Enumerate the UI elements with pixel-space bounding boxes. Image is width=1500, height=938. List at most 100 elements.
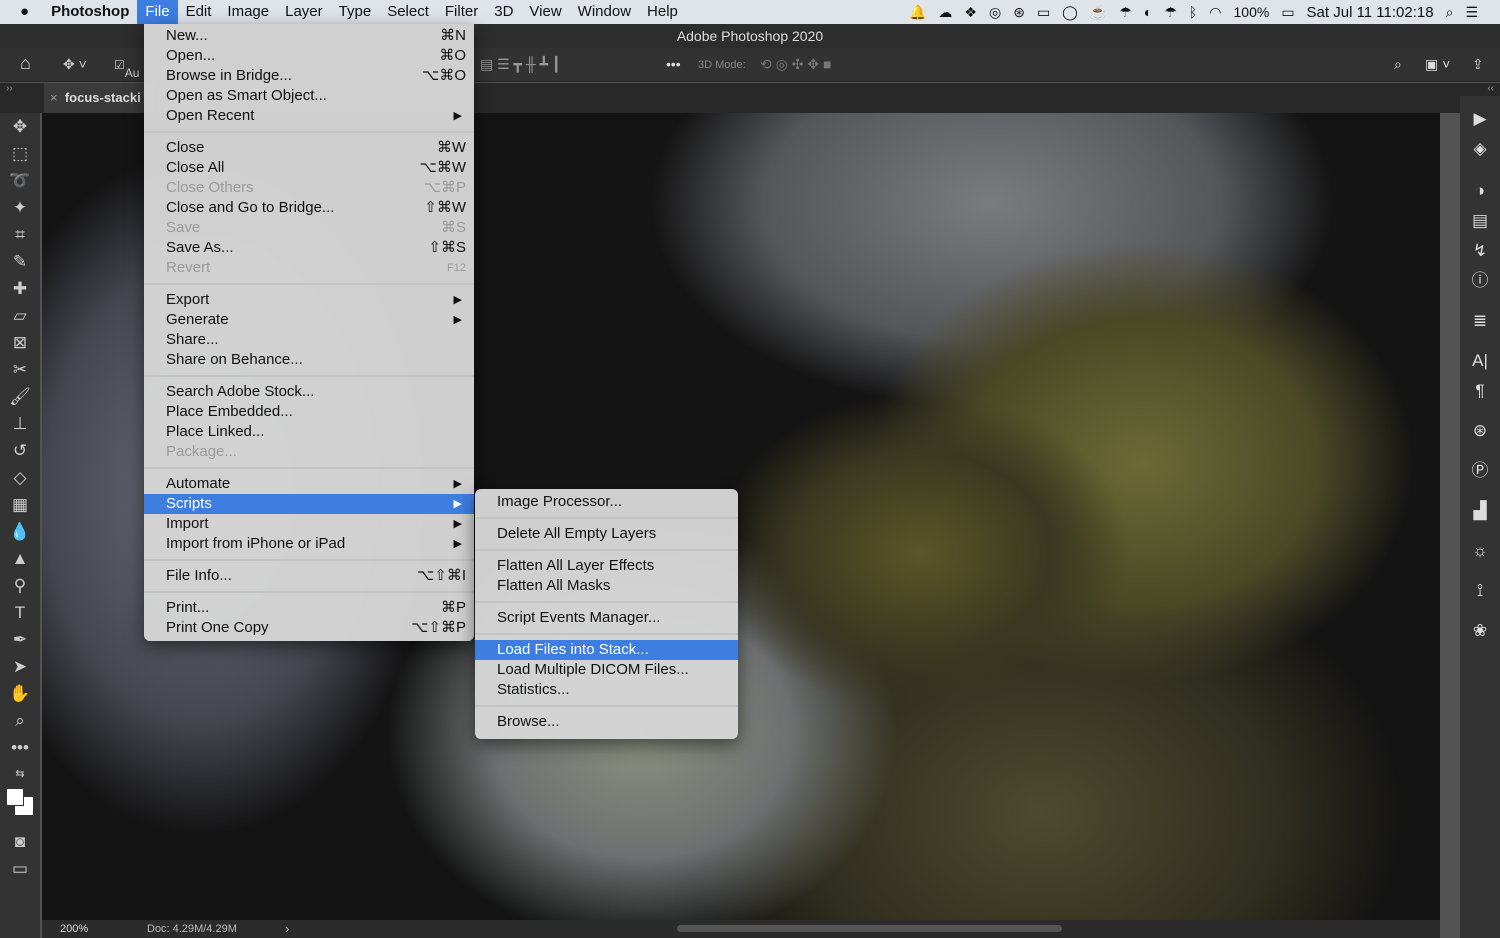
menu-item-import[interactable]: Import ▶	[144, 514, 474, 534]
horizontal-scrollbar[interactable]	[677, 925, 1062, 932]
battery-icon[interactable]: ▭	[1281, 4, 1294, 21]
close-tab-icon[interactable]: ×	[50, 90, 58, 105]
expand-panels-icon[interactable]: ››	[6, 83, 13, 94]
frame-tool-icon[interactable]: ⊠	[0, 329, 40, 356]
color-swatches[interactable]	[0, 788, 40, 828]
menu-item-open-as-smart-object[interactable]: Open as Smart Object...	[144, 86, 474, 106]
ruler-icon[interactable]: ▱	[0, 302, 40, 329]
paragraph-icon[interactable]: ¶	[1460, 376, 1500, 406]
marquee-tool-icon[interactable]: ⬚	[0, 140, 40, 167]
menu-item-automate[interactable]: Automate ▶	[144, 474, 474, 494]
stamp-tool-icon[interactable]: ⊥	[0, 410, 40, 437]
magic-wand-icon[interactable]: ✦	[0, 194, 40, 221]
menu-view[interactable]: View	[521, 0, 569, 24]
sharpen-tool-icon[interactable]: ▲	[0, 545, 40, 572]
umbrella-icon[interactable]: ☂	[1119, 4, 1132, 21]
menu-item-close-all[interactable]: Close All ⌥⌘W	[144, 158, 474, 178]
menu-item-import-from-iphone-or-ipad[interactable]: Import from iPhone or iPad ▶	[144, 534, 474, 554]
menu-item-script-events-manager[interactable]: Script Events Manager...	[475, 608, 738, 628]
menu-window[interactable]: Window	[570, 0, 639, 24]
libraries-icon[interactable]: ▤	[1460, 206, 1500, 236]
zoom-level[interactable]: 200%	[60, 923, 88, 935]
swap-colors-icon[interactable]: ⇆	[0, 761, 40, 788]
menu-item-close[interactable]: Close ⌘W	[144, 138, 474, 158]
menu-item-open[interactable]: Open... ⌘O	[144, 46, 474, 66]
menu-app[interactable]: Photoshop	[43, 0, 137, 24]
menu-item-new[interactable]: New... ⌘N	[144, 26, 474, 46]
menu-item-browse-in-bridge[interactable]: Browse in Bridge... ⌥⌘O	[144, 66, 474, 86]
dodge-tool-icon[interactable]: ⚲	[0, 572, 40, 599]
3d-tools-icons[interactable]: ⟲ ◎ ✣ ✥ ■	[760, 56, 831, 73]
menu-item-browse[interactable]: Browse...	[475, 712, 738, 732]
properties-icon[interactable]: ≣	[1460, 306, 1500, 336]
menu-item-flatten-all-masks[interactable]: Flatten All Masks	[475, 576, 738, 596]
lasso-tool-icon[interactable]: ➰	[0, 167, 40, 194]
spotlight-icon[interactable]: ⌕	[1446, 4, 1454, 21]
menu-item-scripts[interactable]: Scripts ▶	[144, 494, 474, 514]
scissors-icon[interactable]: ✂	[0, 356, 40, 383]
hand-tool-icon[interactable]: ✋	[0, 680, 40, 707]
menu-edit[interactable]: Edit	[178, 0, 220, 24]
path-select-icon[interactable]: ➤	[0, 653, 40, 680]
menu-item-search-adobe-stock[interactable]: Search Adobe Stock...	[144, 382, 474, 402]
share-icon[interactable]: ⇪	[1472, 56, 1484, 73]
clock[interactable]: Sat Jul 11 11:02:18	[1307, 4, 1434, 21]
more-icon[interactable]: •••	[666, 56, 681, 72]
blur-tool-icon[interactable]: 💧	[0, 518, 40, 545]
workspace-icon[interactable]: ▣ ˅	[1425, 56, 1450, 73]
menu-item-share-on-behance[interactable]: Share on Behance...	[144, 350, 474, 370]
menu-item-place-linked[interactable]: Place Linked...	[144, 422, 474, 442]
creative-cloud-icon[interactable]: ⊛	[1013, 4, 1025, 21]
navigator-icon[interactable]: ⊛	[1460, 416, 1500, 446]
wifi-icon[interactable]: ◠	[1209, 4, 1221, 21]
menu-item-load-files-into-stack[interactable]: Load Files into Stack...	[475, 640, 738, 660]
eyedropper-icon[interactable]: ✎	[0, 248, 40, 275]
coffee-icon[interactable]: ☕	[1090, 4, 1107, 21]
menu-type[interactable]: Type	[331, 0, 380, 24]
screen-mode-icon[interactable]: ▭	[0, 855, 40, 882]
menu-item-print[interactable]: Print... ⌘P	[144, 598, 474, 618]
circle-icon[interactable]: ◎	[989, 4, 1001, 21]
menu-help[interactable]: Help	[639, 0, 686, 24]
pen-tool-icon[interactable]: ✒	[0, 626, 40, 653]
brightness-icon[interactable]: ☼	[1460, 536, 1500, 566]
home-icon[interactable]: ⌂	[20, 53, 31, 74]
disk-icon[interactable]: ◯	[1062, 4, 1078, 21]
menu-item-generate[interactable]: Generate ▶	[144, 310, 474, 330]
menu-item-open-recent[interactable]: Open Recent ▶	[144, 106, 474, 126]
histogram-icon[interactable]: ▟	[1460, 496, 1500, 526]
healing-brush-icon[interactable]: ✚	[0, 275, 40, 302]
notification-icon[interactable]: 🔔	[909, 4, 926, 21]
umbrella-icon-2[interactable]: ☂	[1164, 4, 1177, 21]
play-icon[interactable]: ▶	[1460, 104, 1500, 134]
document-tab[interactable]: × focus-stacki	[44, 83, 154, 113]
channels-icon[interactable]: ❀	[1460, 616, 1500, 646]
eraser-icon[interactable]: ◇	[0, 464, 40, 491]
info-icon[interactable]: ⓘ	[1460, 266, 1500, 296]
align-icons[interactable]: ▤ ☰ ┳ ╫ ┻ ┃	[480, 56, 560, 73]
bluetooth-icon[interactable]: ᛒ	[1189, 4, 1197, 20]
display-icon[interactable]: ▭	[1037, 4, 1050, 21]
apple-icon[interactable]: ●	[0, 0, 43, 24]
leaf-icon[interactable]: ◐	[1144, 4, 1152, 20]
menu-3d[interactable]: 3D	[486, 0, 521, 24]
menu-item-close-and-go-to-bridge[interactable]: Close and Go to Bridge... ⇧⌘W	[144, 198, 474, 218]
quick-mask-icon[interactable]: ◙	[0, 828, 40, 855]
menu-item-file-info[interactable]: File Info... ⌥⇧⌘I	[144, 566, 474, 586]
search-icon[interactable]: ⌕	[1394, 56, 1402, 73]
menu-item-share[interactable]: Share...	[144, 330, 474, 350]
menu-layer[interactable]: Layer	[277, 0, 331, 24]
menu-item-statistics[interactable]: Statistics...	[475, 680, 738, 700]
menu-item-print-one-copy[interactable]: Print One Copy ⌥⇧⌘P	[144, 618, 474, 638]
menu-file[interactable]: File	[137, 0, 178, 24]
type-tool-icon[interactable]: T	[0, 599, 40, 626]
zoom-tool-icon[interactable]: ⌕	[0, 707, 40, 734]
menu-image[interactable]: Image	[219, 0, 277, 24]
menu-select[interactable]: Select	[379, 0, 437, 24]
adjustments-icon[interactable]: ◑	[1460, 176, 1500, 206]
cloud-icon[interactable]: ☁	[938, 4, 952, 21]
move-tool-icon[interactable]: ✥	[0, 113, 40, 140]
status-menu-arrow[interactable]: ›	[285, 921, 289, 936]
history-brush-icon[interactable]: ↺	[0, 437, 40, 464]
brush-tool-icon[interactable]: 🖌	[0, 383, 40, 410]
